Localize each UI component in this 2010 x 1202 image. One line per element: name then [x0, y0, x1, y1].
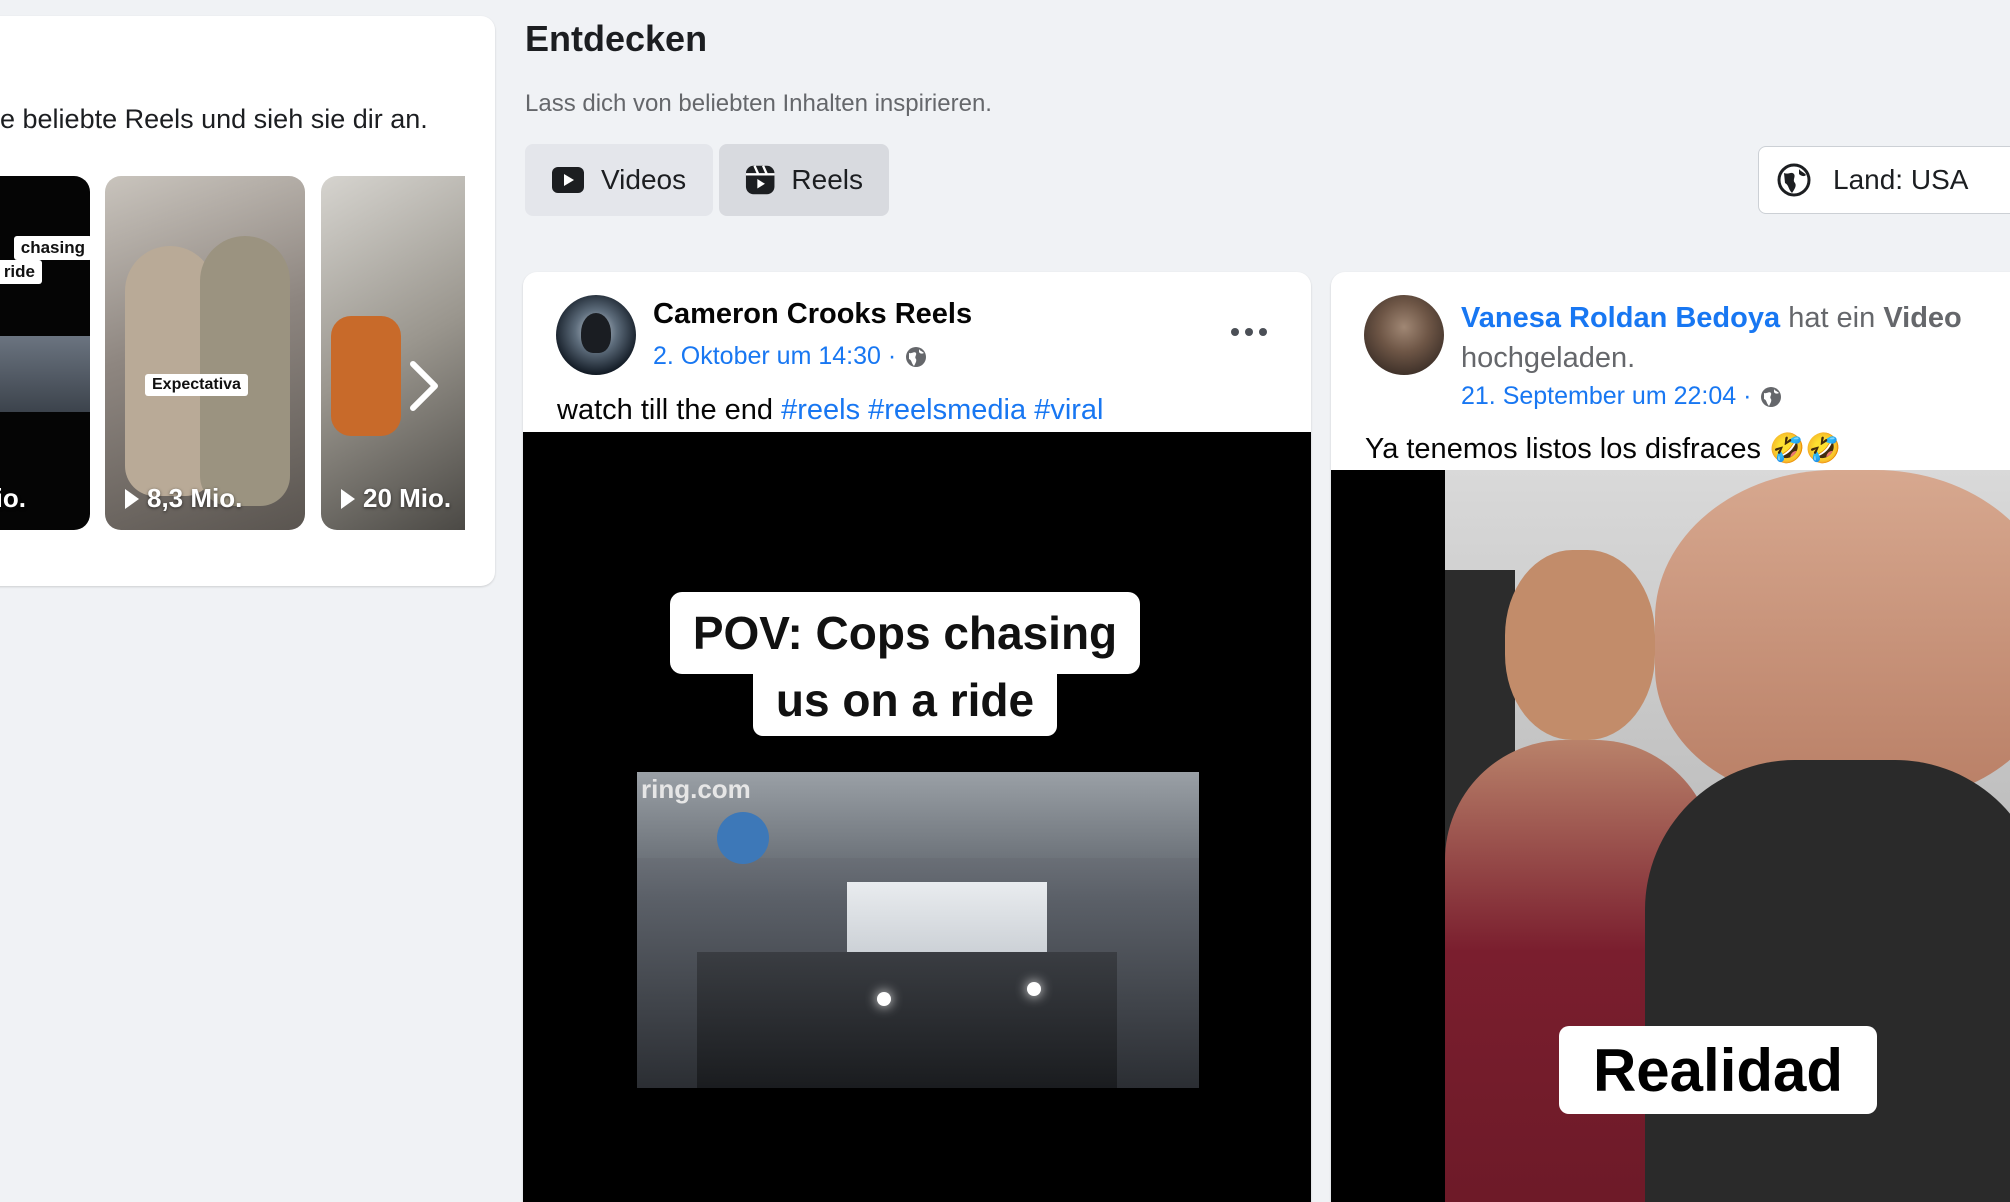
- tab-label: Reels: [791, 164, 863, 195]
- avatar-mask-shape: [581, 313, 611, 353]
- dot: [1259, 328, 1267, 336]
- reel-thumbnail-person: [200, 236, 290, 506]
- video-frame: Realidad: [1445, 470, 2010, 1202]
- video-watermark: ring.com: [641, 774, 751, 804]
- reel-thumbnail-caption: chasing: [13, 236, 90, 260]
- next-reels-button[interactable]: [402, 356, 446, 416]
- hashtag-link[interactable]: #reelsmedia: [868, 394, 1026, 426]
- person-face: [1655, 470, 2010, 800]
- reel-view-count: io.: [0, 483, 26, 513]
- post-action-suffix: hochgeladen.: [1461, 342, 1636, 374]
- reel-thumbnail-caption: ride: [0, 260, 42, 284]
- reel-thumbnail-still: [331, 316, 401, 436]
- reel-thumbnail-still: [0, 336, 90, 412]
- reel-thumbnail-3[interactable]: 20 Mio.: [321, 176, 465, 530]
- popular-reels-description: e beliebte Reels und sieh sie dir an.: [0, 104, 428, 134]
- video-caption-line1: POV: Cops chasing: [670, 592, 1140, 674]
- post-timestamp[interactable]: 2. Oktober um 14:30 ·: [653, 342, 928, 371]
- post-author[interactable]: Cameron Crooks Reels: [653, 298, 972, 331]
- globe-icon: [1761, 386, 1782, 407]
- avatar[interactable]: [1364, 295, 1444, 375]
- page-title: Entdecken: [525, 18, 708, 59]
- tab-reels[interactable]: Reels: [719, 144, 889, 216]
- video-caption: Realidad: [1559, 1026, 1877, 1114]
- bike-light: [1027, 982, 1041, 996]
- video-player[interactable]: Realidad: [1331, 470, 2010, 1202]
- video-player[interactable]: POV: Cops chasing us on a ride ring.com: [523, 432, 1311, 1202]
- reel-view-count: 8,3 Mio.: [125, 483, 242, 514]
- video-frame: ring.com: [637, 772, 1199, 1088]
- globe-icon: [906, 346, 927, 367]
- chevron-right-icon: [410, 361, 438, 411]
- tab-label: Videos: [601, 164, 687, 195]
- reel-thumbnail-2[interactable]: Expectativa 8,3 Mio.: [105, 176, 305, 530]
- post-text: Ya tenemos listos los disfraces 🤣🤣: [1365, 433, 1842, 465]
- reels-icon: [745, 165, 775, 195]
- play-icon: [125, 488, 139, 509]
- video-caption-line2: us on a ride: [753, 664, 1057, 736]
- avatar[interactable]: [556, 295, 636, 375]
- reel-view-count: 20 Mio.: [341, 483, 451, 514]
- play-icon: [341, 488, 355, 509]
- bike-light: [877, 992, 891, 1006]
- globe-icon: [1777, 163, 1811, 197]
- hashtag-link[interactable]: #reels: [781, 394, 860, 426]
- post-header-text: Vanesa Roldan Bedoya hat ein Video hochg…: [1461, 298, 2001, 378]
- popular-reels-card: e beliebte Reels und sieh sie dir an. ch…: [0, 16, 495, 586]
- tab-videos[interactable]: Videos: [525, 144, 713, 216]
- more-options-button[interactable]: [1223, 320, 1275, 344]
- garage-floor-crowd: [697, 952, 1117, 1088]
- post-author[interactable]: Vanesa Roldan Bedoya: [1461, 302, 1780, 334]
- dot: [1231, 328, 1239, 336]
- reel-thumbnail-1[interactable]: chasing ride io.: [0, 176, 90, 530]
- garage-object: [717, 812, 769, 864]
- page-subtitle: Lass dich von beliebten Inhalten inspiri…: [525, 90, 992, 117]
- country-filter-label: Land: USA: [1833, 164, 1969, 195]
- country-filter-button[interactable]: Land: USA: [1758, 146, 2010, 214]
- post-timestamp[interactable]: 21. September um 22:04 ·: [1461, 382, 1783, 411]
- post-action-object: Video: [1883, 302, 1962, 334]
- post-card: Cameron Crooks Reels 2. Oktober um 14:30…: [523, 272, 1311, 1202]
- post-card: Vanesa Roldan Bedoya hat ein Video hochg…: [1331, 272, 2010, 1202]
- hashtag-link[interactable]: #viral: [1034, 394, 1103, 426]
- post-action-prefix: hat ein: [1788, 302, 1876, 334]
- reel-thumbnail-caption: Expectativa: [145, 374, 248, 396]
- play-icon: [552, 167, 584, 193]
- post-text: watch till the end #reels #reelsmedia #v…: [557, 394, 1104, 426]
- person-face: [1505, 550, 1655, 740]
- person-body: [1645, 760, 2010, 1202]
- dot: [1245, 328, 1253, 336]
